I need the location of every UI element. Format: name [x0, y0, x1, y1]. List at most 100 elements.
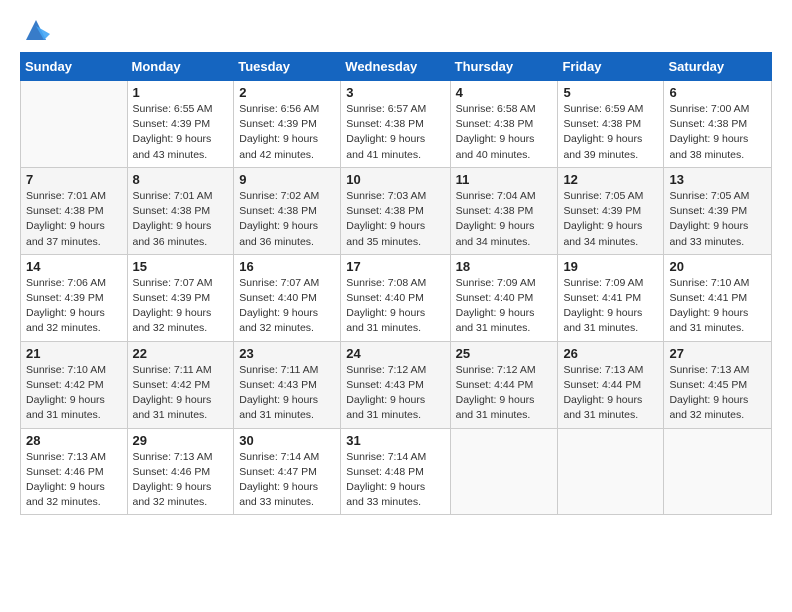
calendar-cell: 17Sunrise: 7:08 AM Sunset: 4:40 PM Dayli… [341, 254, 450, 341]
calendar-cell: 22Sunrise: 7:11 AM Sunset: 4:42 PM Dayli… [127, 341, 234, 428]
day-number: 31 [346, 433, 444, 448]
weekday-header: Wednesday [341, 53, 450, 81]
calendar-cell: 2 Sunrise: 6:56 AM Sunset: 4:39 PM Daylig… [234, 81, 341, 168]
calendar-cell: 19Sunrise: 7:09 AM Sunset: 4:41 PM Dayli… [558, 254, 664, 341]
day-number: 7 [26, 172, 122, 187]
calendar-cell: 27Sunrise: 7:13 AM Sunset: 4:45 PM Dayli… [664, 341, 772, 428]
calendar-cell: 8 Sunrise: 7:01 AM Sunset: 4:38 PM Daylig… [127, 167, 234, 254]
calendar-cell: 26 Sunrise: 7:13 AM Sunset: 4:44 PM Dayli… [558, 341, 664, 428]
calendar-week-row: 21 Sunrise: 7:10 AM Sunset: 4:42 PM Dayli… [21, 341, 772, 428]
day-number: 13 [669, 172, 766, 187]
day-info: Sunrise: 7:11 AM Sunset: 4:43 PM Dayligh… [239, 363, 335, 424]
day-info: Sunrise: 6:55 AM Sunset: 4:39 PM Dayligh… [133, 102, 229, 163]
day-info: Sunrise: 6:59 AM Sunset: 4:38 PM Dayligh… [563, 102, 658, 163]
day-info: Sunrise: 7:13 AM Sunset: 4:45 PM Dayligh… [669, 363, 766, 424]
day-info: Sunrise: 7:05 AM Sunset: 4:39 PM Dayligh… [669, 189, 766, 250]
day-number: 20 [669, 259, 766, 274]
day-info: Sunrise: 6:56 AM Sunset: 4:39 PM Dayligh… [239, 102, 335, 163]
day-info: Sunrise: 7:00 AM Sunset: 4:38 PM Dayligh… [669, 102, 766, 163]
day-number: 5 [563, 85, 658, 100]
day-info: Sunrise: 7:12 AM Sunset: 4:44 PM Dayligh… [456, 363, 553, 424]
calendar-header-row: SundayMondayTuesdayWednesdayThursdayFrid… [21, 53, 772, 81]
day-info: Sunrise: 7:02 AM Sunset: 4:38 PM Dayligh… [239, 189, 335, 250]
calendar-cell: 9 Sunrise: 7:02 AM Sunset: 4:38 PM Daylig… [234, 167, 341, 254]
day-number: 11 [456, 172, 553, 187]
day-number: 25 [456, 346, 553, 361]
day-number: 23 [239, 346, 335, 361]
day-info: Sunrise: 7:06 AM Sunset: 4:39 PM Dayligh… [26, 276, 122, 337]
calendar-cell: 15Sunrise: 7:07 AM Sunset: 4:39 PM Dayli… [127, 254, 234, 341]
day-number: 4 [456, 85, 553, 100]
weekday-header: Tuesday [234, 53, 341, 81]
day-info: Sunrise: 7:13 AM Sunset: 4:44 PM Dayligh… [563, 363, 658, 424]
weekday-header: Monday [127, 53, 234, 81]
weekday-header: Friday [558, 53, 664, 81]
day-number: 28 [26, 433, 122, 448]
day-number: 29 [133, 433, 229, 448]
calendar-cell: 18 Sunrise: 7:09 AM Sunset: 4:40 PM Dayli… [450, 254, 558, 341]
day-info: Sunrise: 7:14 AM Sunset: 4:47 PM Dayligh… [239, 450, 335, 511]
day-info: Sunrise: 7:05 AM Sunset: 4:39 PM Dayligh… [563, 189, 658, 250]
calendar-body: 1 Sunrise: 6:55 AM Sunset: 4:39 PM Daylig… [21, 81, 772, 515]
header [20, 16, 772, 40]
calendar-cell [21, 81, 128, 168]
day-number: 19 [563, 259, 658, 274]
day-info: Sunrise: 7:09 AM Sunset: 4:40 PM Dayligh… [456, 276, 553, 337]
day-number: 9 [239, 172, 335, 187]
calendar-cell: 20 Sunrise: 7:10 AM Sunset: 4:41 PM Dayli… [664, 254, 772, 341]
day-info: Sunrise: 7:10 AM Sunset: 4:41 PM Dayligh… [669, 276, 766, 337]
calendar-cell: 23 Sunrise: 7:11 AM Sunset: 4:43 PM Dayli… [234, 341, 341, 428]
day-number: 16 [239, 259, 335, 274]
day-info: Sunrise: 7:01 AM Sunset: 4:38 PM Dayligh… [133, 189, 229, 250]
day-info: Sunrise: 7:01 AM Sunset: 4:38 PM Dayligh… [26, 189, 122, 250]
day-number: 2 [239, 85, 335, 100]
day-info: Sunrise: 6:57 AM Sunset: 4:38 PM Dayligh… [346, 102, 444, 163]
calendar-cell: 6 Sunrise: 7:00 AM Sunset: 4:38 PM Daylig… [664, 81, 772, 168]
day-number: 3 [346, 85, 444, 100]
day-number: 26 [563, 346, 658, 361]
calendar-cell: 16 Sunrise: 7:07 AM Sunset: 4:40 PM Dayli… [234, 254, 341, 341]
day-info: Sunrise: 7:11 AM Sunset: 4:42 PM Dayligh… [133, 363, 229, 424]
day-number: 18 [456, 259, 553, 274]
calendar-cell [450, 428, 558, 515]
weekday-header: Thursday [450, 53, 558, 81]
day-number: 12 [563, 172, 658, 187]
day-info: Sunrise: 7:12 AM Sunset: 4:43 PM Dayligh… [346, 363, 444, 424]
day-info: Sunrise: 7:10 AM Sunset: 4:42 PM Dayligh… [26, 363, 122, 424]
calendar-cell: 31 Sunrise: 7:14 AM Sunset: 4:48 PM Dayli… [341, 428, 450, 515]
calendar-cell: 4 Sunrise: 6:58 AM Sunset: 4:38 PM Daylig… [450, 81, 558, 168]
day-number: 6 [669, 85, 766, 100]
calendar-cell [558, 428, 664, 515]
calendar-cell: 12 Sunrise: 7:05 AM Sunset: 4:39 PM Dayli… [558, 167, 664, 254]
calendar-week-row: 7 Sunrise: 7:01 AM Sunset: 4:38 PM Daylig… [21, 167, 772, 254]
day-number: 15 [133, 259, 229, 274]
day-info: Sunrise: 7:13 AM Sunset: 4:46 PM Dayligh… [26, 450, 122, 511]
calendar-cell: 14 Sunrise: 7:06 AM Sunset: 4:39 PM Dayli… [21, 254, 128, 341]
day-number: 8 [133, 172, 229, 187]
day-info: Sunrise: 6:58 AM Sunset: 4:38 PM Dayligh… [456, 102, 553, 163]
calendar-cell: 5 Sunrise: 6:59 AM Sunset: 4:38 PM Daylig… [558, 81, 664, 168]
calendar-table: SundayMondayTuesdayWednesdayThursdayFrid… [20, 52, 772, 515]
day-number: 1 [133, 85, 229, 100]
day-info: Sunrise: 7:08 AM Sunset: 4:40 PM Dayligh… [346, 276, 444, 337]
day-number: 21 [26, 346, 122, 361]
day-info: Sunrise: 7:04 AM Sunset: 4:38 PM Dayligh… [456, 189, 553, 250]
calendar-cell: 25 Sunrise: 7:12 AM Sunset: 4:44 PM Dayli… [450, 341, 558, 428]
day-info: Sunrise: 7:07 AM Sunset: 4:40 PM Dayligh… [239, 276, 335, 337]
calendar-cell: 3 Sunrise: 6:57 AM Sunset: 4:38 PM Daylig… [341, 81, 450, 168]
calendar-cell: 7 Sunrise: 7:01 AM Sunset: 4:38 PM Daylig… [21, 167, 128, 254]
calendar-week-row: 28 Sunrise: 7:13 AM Sunset: 4:46 PM Dayli… [21, 428, 772, 515]
logo-icon [22, 16, 50, 44]
day-number: 14 [26, 259, 122, 274]
day-info: Sunrise: 7:14 AM Sunset: 4:48 PM Dayligh… [346, 450, 444, 511]
calendar-cell: 10Sunrise: 7:03 AM Sunset: 4:38 PM Dayli… [341, 167, 450, 254]
logo [20, 16, 50, 40]
weekday-header: Saturday [664, 53, 772, 81]
day-number: 30 [239, 433, 335, 448]
calendar-week-row: 1 Sunrise: 6:55 AM Sunset: 4:39 PM Daylig… [21, 81, 772, 168]
calendar-cell: 21 Sunrise: 7:10 AM Sunset: 4:42 PM Dayli… [21, 341, 128, 428]
calendar-cell: 30 Sunrise: 7:14 AM Sunset: 4:47 PM Dayli… [234, 428, 341, 515]
calendar-cell: 11 Sunrise: 7:04 AM Sunset: 4:38 PM Dayli… [450, 167, 558, 254]
calendar-cell [664, 428, 772, 515]
calendar-cell: 13 Sunrise: 7:05 AM Sunset: 4:39 PM Dayli… [664, 167, 772, 254]
